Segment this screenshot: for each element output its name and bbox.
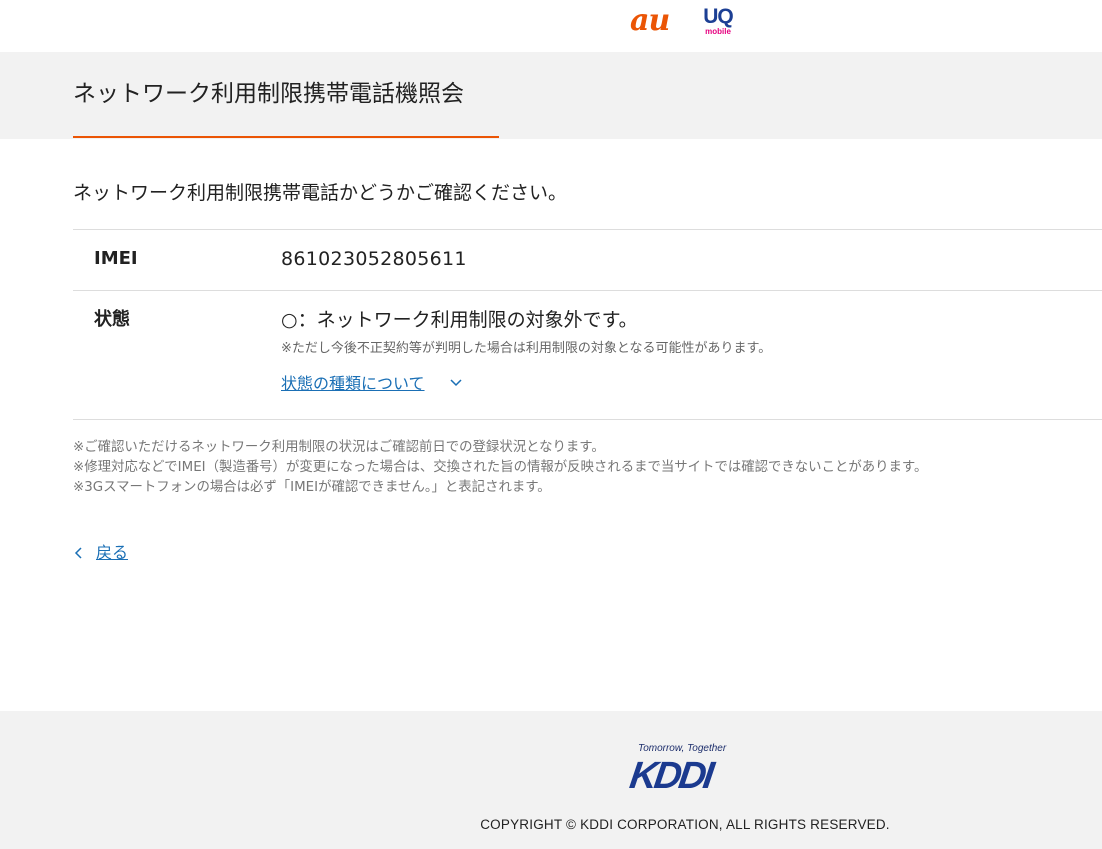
note-item: ※ご確認いただけるネットワーク利用制限の状況はご確認前日での登録状況となります。 (73, 440, 605, 455)
imei-label: IMEI (94, 248, 138, 269)
status-value: ○：ネットワーク利用制限の対象外です。 (281, 309, 638, 331)
main-content: ネットワーク利用制限携帯電話かどうかご確認ください。 IMEI 86102305… (0, 139, 1102, 711)
uq-logo-text: UQ (703, 5, 734, 28)
kddi-wordmark: KDDI (627, 755, 714, 797)
page-title: ネットワーク利用制限携帯電話機照会 (73, 81, 464, 107)
chevron-down-icon[interactable] (449, 377, 463, 389)
footer: Tomorrow, Together KDDI COPYRIGHT © KDDI… (0, 711, 1102, 849)
chevron-left-icon (74, 547, 82, 559)
header-logo-bar: au UQ mobile (0, 0, 1102, 52)
back-link[interactable]: 戻る (73, 541, 128, 565)
kddi-tagline: Tomorrow, Together (638, 743, 727, 754)
notes-list: ※ご確認いただけるネットワーク利用制限の状況はご確認前日での登録状況となります。… (73, 438, 927, 498)
status-note: ※ただし今後不正契約等が判明した場合は利用制限の対象となる可能性があります。 (281, 341, 772, 356)
imei-value: 861023052805611 (281, 248, 467, 270)
result-table: IMEI 861023052805611 状態 ○：ネットワーク利用制限の対象外… (73, 229, 1102, 420)
status-label: 状態 (94, 309, 130, 330)
status-row: 状態 ○：ネットワーク利用制限の対象外です。 ※ただし今後不正契約等が判明した場… (73, 291, 1102, 420)
note-item: ※修理対応などでIMEI（製造番号）が変更になった場合は、交換された旨の情報が反… (73, 460, 928, 475)
uq-logo-subtext: mobile (705, 27, 731, 36)
uq-mobile-logo[interactable]: UQ mobile (700, 6, 736, 36)
lead-text: ネットワーク利用制限携帯電話かどうかご確認ください。 (73, 182, 568, 204)
title-band: ネットワーク利用制限携帯電話機照会 (0, 52, 1102, 139)
title-underline (73, 136, 499, 138)
kddi-logo[interactable]: Tomorrow, Together KDDI (627, 743, 745, 797)
au-logo[interactable]: au (630, 4, 670, 38)
copyright-text: COPYRIGHT © KDDI CORPORATION, ALL RIGHTS… (480, 817, 890, 832)
note-item: ※3Gスマートフォンの場合は必ず「IMEIが確認できません。」と表記されます。 (73, 480, 551, 495)
imei-row: IMEI 861023052805611 (73, 230, 1102, 291)
back-link-label: 戻る (96, 543, 129, 562)
status-types-link[interactable]: 状態の種類について (281, 373, 425, 395)
